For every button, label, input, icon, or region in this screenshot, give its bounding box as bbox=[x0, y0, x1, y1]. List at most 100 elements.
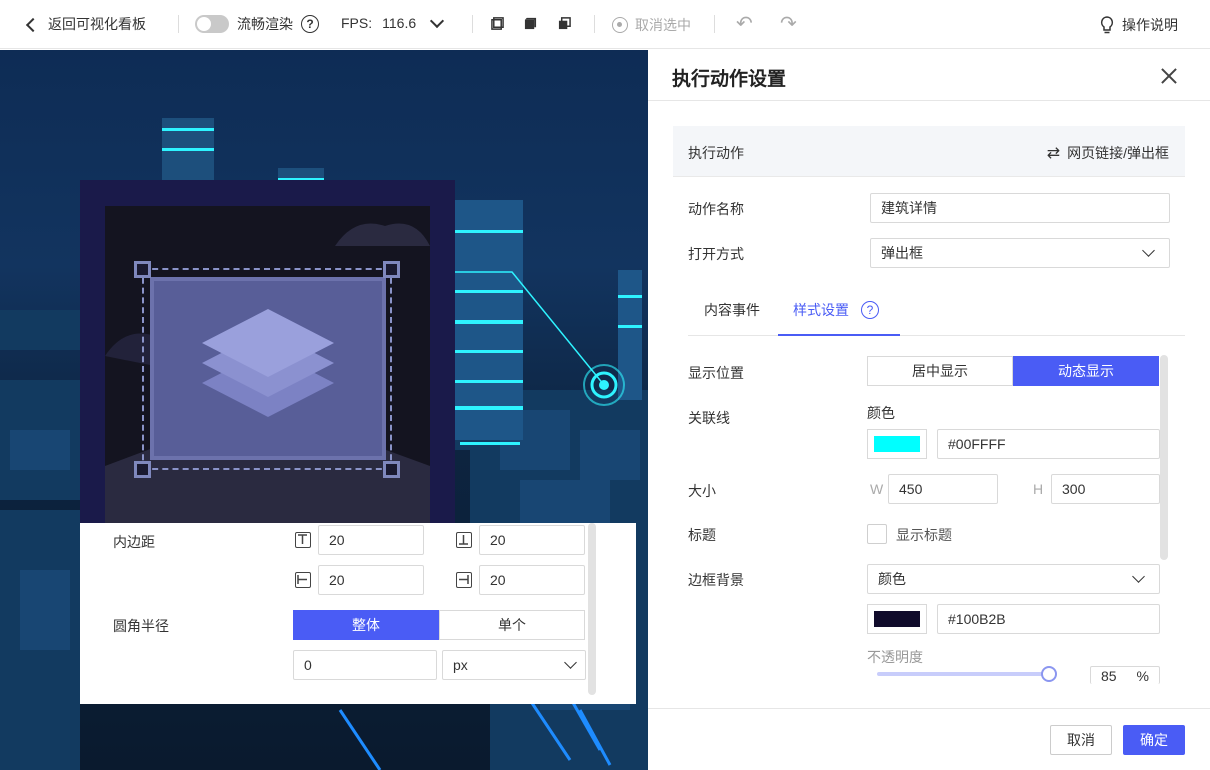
radius-input[interactable]: 0 bbox=[293, 650, 437, 680]
chevron-left-icon bbox=[25, 17, 41, 32]
padding-bottom-input[interactable]: 20 bbox=[479, 525, 585, 555]
toolbar-divider bbox=[178, 15, 179, 33]
chevron-down-icon bbox=[430, 13, 445, 28]
open-mode-select[interactable]: 弹出框 bbox=[870, 238, 1170, 268]
width-input[interactable]: 450 bbox=[888, 474, 998, 504]
open-mode-value: 弹出框 bbox=[881, 245, 923, 261]
tab-style-label: 样式设置 bbox=[793, 302, 849, 318]
action-name-label: 动作名称 bbox=[688, 201, 744, 217]
action-settings-dialog: 执行动作设置 执行动作 ⇄ 网页链接/弹出框 动作名称 建筑详情 打开方式 弹出… bbox=[648, 50, 1210, 770]
help-circle-icon[interactable]: ? bbox=[861, 301, 879, 319]
action-name-input[interactable]: 建筑详情 bbox=[870, 193, 1170, 223]
divider bbox=[648, 100, 1210, 101]
display-center-option[interactable]: 居中显示 bbox=[867, 356, 1013, 386]
resize-handle[interactable] bbox=[383, 461, 400, 478]
padding-left-input[interactable]: 20 bbox=[318, 565, 424, 595]
padding-right-icon bbox=[456, 572, 472, 588]
cube-solid-icon[interactable] bbox=[524, 17, 537, 30]
border-bg-color-swatch[interactable] bbox=[867, 604, 927, 634]
swap-icon: ⇄ bbox=[1046, 145, 1061, 162]
padding-label: 内边距 bbox=[113, 534, 155, 550]
deselect-icon bbox=[612, 17, 628, 33]
radius-mode-whole[interactable]: 整体 bbox=[293, 610, 439, 640]
action-type-switch[interactable]: ⇄ 网页链接/弹出框 bbox=[1047, 143, 1169, 163]
radius-unit-select[interactable]: px bbox=[442, 650, 586, 680]
link-color-label: 颜色 bbox=[867, 405, 895, 421]
radius-label: 圆角半径 bbox=[113, 618, 169, 634]
display-position-label: 显示位置 bbox=[688, 365, 744, 381]
lightbulb-icon bbox=[1100, 16, 1114, 34]
action-label: 执行动作 bbox=[688, 145, 744, 161]
radius-mode-single[interactable]: 单个 bbox=[439, 610, 585, 640]
border-bg-mode-select[interactable]: 颜色 bbox=[867, 564, 1160, 594]
scrollbar[interactable] bbox=[1160, 355, 1168, 560]
show-title-checkbox[interactable] bbox=[867, 524, 887, 544]
deselect-button[interactable]: 取消选中 bbox=[612, 15, 691, 35]
link-color-swatch[interactable] bbox=[867, 429, 927, 459]
action-type-bar: 执行动作 ⇄ 网页链接/弹出框 bbox=[673, 126, 1185, 177]
help-circle-icon[interactable]: ? bbox=[301, 15, 319, 33]
action-type-value: 网页链接/弹出框 bbox=[1067, 145, 1169, 161]
close-icon[interactable] bbox=[1159, 66, 1179, 86]
display-dynamic-option[interactable]: 动态显示 bbox=[1013, 356, 1159, 386]
dialog-footer: 取消 确定 bbox=[648, 708, 1210, 770]
resize-handle[interactable] bbox=[383, 261, 400, 278]
link-line-label: 关联线 bbox=[688, 410, 730, 426]
opacity-slider-thumb[interactable] bbox=[1041, 666, 1057, 682]
border-bg-color-input[interactable]: #100B2B bbox=[937, 604, 1160, 634]
tab-style-settings[interactable]: 样式设置 ? bbox=[793, 300, 879, 320]
toolbar-divider bbox=[714, 15, 715, 33]
toggle-switch[interactable] bbox=[195, 15, 229, 33]
redo-icon[interactable]: ↷ bbox=[780, 14, 797, 34]
undo-icon[interactable]: ↶ bbox=[736, 14, 753, 34]
border-bg-label: 边框背景 bbox=[688, 572, 744, 588]
resize-handle[interactable] bbox=[134, 261, 151, 278]
cube-layers-icon[interactable] bbox=[558, 17, 571, 30]
chevron-down-icon bbox=[1142, 244, 1155, 257]
scrollbar[interactable] bbox=[588, 523, 596, 695]
guide-button[interactable]: 操作说明 bbox=[1100, 15, 1178, 35]
tab-content-events[interactable]: 内容事件 bbox=[704, 300, 760, 320]
opacity-input[interactable]: 85 % bbox=[1090, 666, 1160, 684]
dialog-title: 执行动作设置 bbox=[672, 69, 787, 90]
cube-outline-icon[interactable] bbox=[491, 17, 504, 30]
deselect-label: 取消选中 bbox=[635, 17, 691, 33]
title-label: 标题 bbox=[688, 527, 716, 543]
color-swatch bbox=[874, 611, 920, 627]
border-bg-mode-value: 颜色 bbox=[878, 571, 906, 587]
cancel-button[interactable]: 取消 bbox=[1050, 725, 1112, 755]
fps-value: 116.6 bbox=[382, 15, 417, 31]
tab-indicator bbox=[778, 334, 900, 336]
opacity-value: 85 bbox=[1101, 667, 1117, 684]
smooth-render-toggle[interactable]: 流畅渲染 ? bbox=[195, 14, 319, 34]
height-input[interactable]: 300 bbox=[1051, 474, 1160, 504]
toolbar-divider bbox=[472, 15, 473, 33]
toolbar-divider bbox=[594, 15, 595, 33]
radius-unit-value: px bbox=[453, 657, 468, 673]
back-button[interactable]: 返回可视化看板 bbox=[25, 14, 146, 34]
back-label: 返回可视化看板 bbox=[48, 16, 146, 32]
fps-selector[interactable]: FPS: 116.6 bbox=[341, 13, 445, 31]
guide-label: 操作说明 bbox=[1122, 17, 1178, 33]
fps-label: FPS: bbox=[341, 15, 373, 31]
opacity-unit: % bbox=[1136, 667, 1149, 684]
height-prefix: H bbox=[1033, 481, 1044, 497]
link-color-input[interactable]: #00FFFF bbox=[937, 429, 1160, 459]
padding-left-icon bbox=[295, 572, 311, 588]
radius-mode-toggle: 整体 单个 bbox=[293, 610, 585, 640]
resize-handle[interactable] bbox=[134, 461, 151, 478]
color-swatch bbox=[874, 436, 920, 452]
width-prefix: W bbox=[870, 481, 884, 497]
confirm-button[interactable]: 确定 bbox=[1123, 725, 1185, 755]
padding-top-icon bbox=[295, 532, 311, 548]
chevron-down-icon bbox=[1132, 570, 1145, 583]
opacity-label: 不透明度 bbox=[867, 649, 923, 665]
selection-box[interactable] bbox=[142, 268, 392, 470]
padding-bottom-icon bbox=[456, 532, 472, 548]
display-position-toggle: 居中显示 动态显示 bbox=[867, 356, 1159, 386]
padding-top-input[interactable]: 20 bbox=[318, 525, 424, 555]
opacity-slider[interactable] bbox=[877, 672, 1052, 676]
padding-right-input[interactable]: 20 bbox=[479, 565, 585, 595]
open-mode-label: 打开方式 bbox=[688, 246, 744, 262]
top-toolbar: 返回可视化看板 流畅渲染 ? FPS: 116.6 取消选中 ↶ ↷ 操作说明 bbox=[0, 0, 1210, 49]
